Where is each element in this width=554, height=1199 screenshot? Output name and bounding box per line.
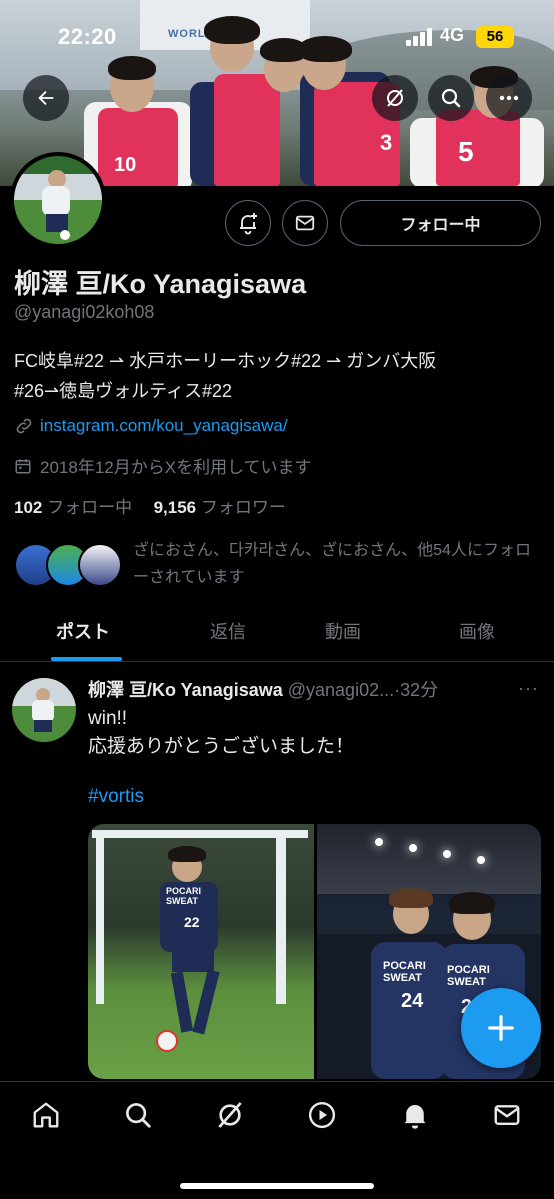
bio-line: #26⇀徳島ヴォルティス#22 (14, 381, 233, 401)
profile-handle: @yanagi02koh08 (14, 302, 155, 322)
grok-icon (387, 89, 403, 107)
post-line: win!! (88, 708, 128, 729)
profile-name: 柳澤 亘/Ko Yanagisawa (14, 269, 307, 299)
profile-bio: FC岐阜#22 ⇀ 水戸ホーリーホック#22 ⇀ ガンバ大阪 #26⇀徳島ヴォル… (14, 346, 534, 406)
nav-grok[interactable] (213, 1098, 247, 1132)
play-icon (308, 1101, 336, 1129)
more-button[interactable] (486, 75, 532, 121)
post-more-button[interactable]: ··· (518, 678, 539, 699)
following-link[interactable]: 102 フォロー中 (14, 498, 132, 517)
post-hashtag[interactable]: #vortis (88, 786, 144, 808)
followers-count: 9,156 (153, 498, 197, 517)
home-indicator (180, 1183, 374, 1189)
compose-button[interactable] (461, 988, 541, 1068)
banner-player-right: 5 (410, 66, 550, 186)
following-label: フォロー中 (47, 498, 133, 517)
grok-icon (218, 1102, 242, 1128)
joined-row: 2018年12月からXを利用しています (14, 453, 312, 478)
post-image-1[interactable]: POCARI SWEAT 22 (88, 824, 314, 1079)
followers-link[interactable]: 9,156 フォロワー (154, 498, 286, 517)
grok-button[interactable] (372, 75, 418, 121)
signal-icon (406, 28, 436, 46)
profile-avatar[interactable] (10, 152, 106, 248)
search-icon (441, 88, 461, 108)
bell-icon (404, 1105, 426, 1129)
active-tab-indicator (51, 657, 122, 661)
post-author[interactable]: 柳澤 亘/Ko Yanagisawa (88, 680, 283, 700)
tab-posts[interactable]: ポスト (56, 618, 110, 644)
bottom-navigation (0, 1081, 554, 1199)
following-count: 102 (14, 498, 43, 517)
message-button[interactable] (282, 200, 328, 246)
notify-button[interactable] (225, 200, 271, 246)
follower-avatar[interactable] (78, 543, 122, 587)
jersey-number: 24 (401, 990, 424, 1012)
search-button[interactable] (428, 75, 474, 121)
link-icon (16, 418, 32, 434)
joined-date: 2018年12月からXを利用しています (40, 458, 312, 477)
follow-counts: 102 フォロー中 9,156 フォロワー (14, 493, 286, 518)
more-icon (499, 95, 519, 101)
status-bar: 22:20 4G 56 (0, 0, 554, 72)
tab-replies[interactable]: 返信 (210, 618, 246, 644)
tab-videos[interactable]: 動画 (325, 618, 361, 644)
post-handle-time: @yanagi02...·32分 (287, 680, 439, 700)
bell-plus-icon (240, 213, 257, 235)
nav-home[interactable] (29, 1098, 63, 1132)
post-line: 応援ありがとうございました！ (88, 736, 355, 757)
status-time: 22:20 (58, 24, 117, 49)
bib-number: 5 (458, 136, 474, 167)
followers-label: フォロワー (200, 498, 286, 517)
mail-icon (494, 1105, 520, 1125)
post-header: 柳澤 亘/Ko Yanagisawa @yanagi02...·32分 (88, 676, 438, 702)
back-arrow-icon (38, 90, 54, 106)
profile-link[interactable]: instagram.com/kou_yanagisawa/ (40, 416, 288, 436)
post-text: win!! 応援ありがとうございました！ (88, 705, 354, 761)
jersey-number: 22 (184, 914, 200, 930)
calendar-icon (15, 458, 31, 473)
battery-indicator: 56 (476, 26, 514, 48)
back-button[interactable] (23, 75, 69, 121)
home-icon (33, 1102, 59, 1128)
bib-number: 10 (114, 154, 137, 176)
search-icon (126, 1103, 151, 1128)
bio-line: FC岐阜#22 ⇀ 水戸ホーリーホック#22 ⇀ ガンバ大阪 (14, 351, 437, 371)
following-button[interactable]: フォロー中 (340, 200, 541, 246)
sponsor-logo: POCARI SWEAT (166, 886, 202, 906)
network-type: 4G (440, 25, 465, 45)
post-avatar[interactable] (12, 678, 76, 742)
banner-player-left: 10 (84, 56, 194, 186)
profile-tabs: ポスト 返信 動画 画像 (0, 608, 554, 662)
tab-images[interactable]: 画像 (459, 618, 495, 644)
nav-messages[interactable] (490, 1098, 524, 1132)
nav-search[interactable] (121, 1098, 155, 1132)
nav-notifications[interactable] (398, 1098, 432, 1132)
profile-link-row: instagram.com/kou_yanagisawa/ (14, 416, 288, 436)
mail-icon (295, 215, 315, 231)
nav-video[interactable] (305, 1098, 339, 1132)
plus-icon (488, 1015, 514, 1041)
followed-by-text[interactable]: ざにおさん、다카라さん、ざにおさん、他54人にフォローされています (133, 537, 543, 591)
